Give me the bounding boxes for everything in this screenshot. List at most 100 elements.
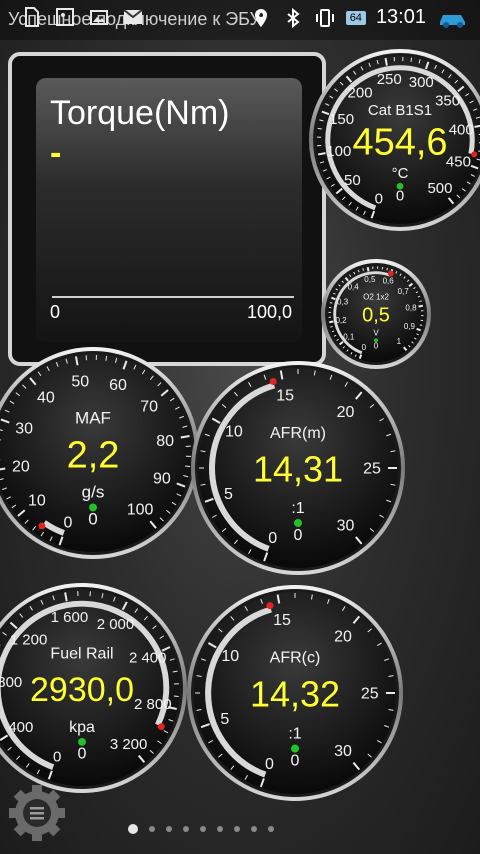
gauge-maf[interactable]: 0 10 20 30 40 50 60 70 80 90 100 MAF 2,2 g/s 0 xyxy=(0,346,200,560)
gauge-tick xyxy=(419,300,422,303)
gauge-tick-label: 70 xyxy=(140,399,158,416)
page-dot[interactable] xyxy=(251,826,257,832)
status-right: 64 13:01 xyxy=(250,6,470,29)
gauge-tick xyxy=(384,57,388,66)
page-dot[interactable] xyxy=(200,826,206,832)
gauge-label: O2 1x2 xyxy=(363,293,389,302)
gauge-tick-label: 450 xyxy=(446,154,471,171)
gauge-tick-label: 20 xyxy=(337,404,355,421)
gauge-tick-label: 50 xyxy=(71,373,89,390)
gauge-tick-label: 3 200 xyxy=(110,736,148,753)
gauge-tick-label: 1 600 xyxy=(51,609,89,626)
page-dot[interactable] xyxy=(217,826,223,832)
page-indicator[interactable] xyxy=(128,824,274,834)
gauge-tick xyxy=(474,124,480,128)
gauge-tick-label: 0,3 xyxy=(337,298,349,307)
gauge-tick-label: 1 xyxy=(397,337,402,346)
gauge-tick-label: 25 xyxy=(363,461,381,478)
gauge-tick-label: 200 xyxy=(348,85,373,102)
gauge-tick xyxy=(317,127,322,130)
gauge-tick-label: 400 xyxy=(449,121,474,138)
gauge-tick-label: 15 xyxy=(276,388,294,405)
car-icon xyxy=(440,14,465,28)
gauge-tick-label: 0,5 xyxy=(364,275,376,284)
gauge-tick xyxy=(317,152,326,156)
page-dot[interactable] xyxy=(166,826,172,832)
gauge-tick-label: 0 xyxy=(53,748,61,765)
gauge-value: 14,32 xyxy=(250,674,340,715)
gauge-tick-label: 150 xyxy=(329,111,354,128)
gauge-bottom-label: 0 xyxy=(374,342,379,351)
gauge-tick-label: 1 200 xyxy=(10,631,48,648)
sim-icon xyxy=(25,7,39,27)
torque-panel[interactable]: Torque(Nm) - 0 100,0 xyxy=(8,52,326,366)
gauge-tick xyxy=(416,327,421,332)
bluetooth-icon xyxy=(287,7,300,28)
gauge-bottom-label: 0 xyxy=(88,509,97,528)
gauge-value: 0,5 xyxy=(362,305,390,327)
gauge-afr-m[interactable]: 0 5 10 15 20 25 30 AFR(m) 14,31:1 0 xyxy=(190,360,406,576)
gauge-unit: °C xyxy=(392,165,409,182)
gauge-svg: 0 5 10 15 20 25 30 AFR(m) 14,31:1 0 xyxy=(191,361,405,575)
gauge-tick-label: 0,7 xyxy=(398,287,410,296)
notification-icons xyxy=(20,6,144,28)
gauge-tick-label: 0 xyxy=(362,343,367,352)
gauge-unit: :1 xyxy=(288,725,301,742)
gauge-tick-label: 30 xyxy=(334,743,352,760)
gauge-tick-label: 100 xyxy=(326,143,351,160)
gauge-tick-label: 15 xyxy=(273,612,291,629)
gauge-tick-label: 0 xyxy=(265,756,274,773)
gallery-icon xyxy=(90,10,108,25)
gauge-tick-label: 400 xyxy=(8,719,33,736)
gauge-tick xyxy=(330,325,333,328)
gauge-tick xyxy=(386,267,388,271)
gauge-svg: 00,10,20,30,40,5 0,60,70,80,91O2 1x20,5V0 xyxy=(321,259,431,369)
torque-bar-track xyxy=(52,296,294,298)
page-dot[interactable] xyxy=(128,824,138,834)
gauge-tick-label: 250 xyxy=(377,71,402,88)
gauge-o2-1x2[interactable]: 0 0,1 0,2 0,3 0,4 0,5 0,6 0,7 0,8 0,9 1 O2 1x2 0,5 V 0 xyxy=(320,258,432,370)
gauge-label: AFR(c) xyxy=(270,650,321,667)
clock: 13:01 xyxy=(375,6,426,28)
gauge-cat-b1s1[interactable]: 0 50 100 150 200 250 300 350 400 450 500 Cat B1S1 45… xyxy=(308,48,480,232)
gauge-bottom-label: 0 xyxy=(78,746,87,763)
settings-button[interactable] xyxy=(8,784,66,842)
gauge-tick xyxy=(331,296,336,301)
gauge-tick-label: 25 xyxy=(361,686,379,703)
gauge-tick-label: 0,8 xyxy=(405,304,417,313)
gauge-tick-label: 2 800 xyxy=(134,696,172,713)
gauge-afr-c[interactable]: 0 5 10 15 20 25 30 AFR(c) 14,32:1 0 xyxy=(186,584,404,802)
torque-title: Torque(Nm) xyxy=(50,94,230,132)
page-dot[interactable] xyxy=(234,826,240,832)
gauge-svg: 0 400 800 1 2001 600 2 000 2 400 2 800 3 200 Fue… xyxy=(0,583,187,793)
gauge-status-dot xyxy=(294,519,302,527)
gauge-tick-label: 30 xyxy=(15,421,33,438)
gauge-needle xyxy=(38,522,46,530)
gauge-tick xyxy=(418,304,423,308)
gauge-svg: 050100150200250 300350400450500Cat B1S145… xyxy=(309,49,480,231)
gauge-fuel-rail[interactable]: 0 400 800 1 200 1 600 2 000 2 400 2 800 3 200 Fue… xyxy=(0,582,188,794)
gauge-needle xyxy=(269,377,277,385)
gauge-unit: kpa xyxy=(69,719,95,736)
gauge-tick-label: 0,4 xyxy=(348,283,360,292)
gauge-value: 2930,0 xyxy=(30,671,134,709)
gauge-tick-label: 0,9 xyxy=(404,322,416,331)
page-dot[interactable] xyxy=(149,826,155,832)
torque-value: - xyxy=(50,134,62,172)
gauge-label: AFR(m) xyxy=(270,425,326,442)
gauge-tick-label: 80 xyxy=(156,433,174,450)
gauge-tick-label: 0,2 xyxy=(335,316,347,325)
gauge-tick xyxy=(366,267,370,272)
gauge-tick-label: 40 xyxy=(37,389,55,406)
gauge-needle xyxy=(266,602,274,610)
gauge-label: MAF xyxy=(75,408,111,427)
gauge-bottom-label: 0 xyxy=(291,753,300,770)
gauge-tick-label: 30 xyxy=(337,517,355,534)
page-dot[interactable] xyxy=(183,826,189,832)
torque-max-label: 100,0 xyxy=(246,302,292,322)
gauge-svg: 0 5 10 15 20 25 30 AFR(c) 14,32:1 0 xyxy=(187,585,403,801)
gauge-bottom-label: 0 xyxy=(396,187,404,204)
page-dot[interactable] xyxy=(268,826,274,832)
gauge-tick xyxy=(410,57,413,62)
gauge-tick-label: 10 xyxy=(221,648,239,665)
